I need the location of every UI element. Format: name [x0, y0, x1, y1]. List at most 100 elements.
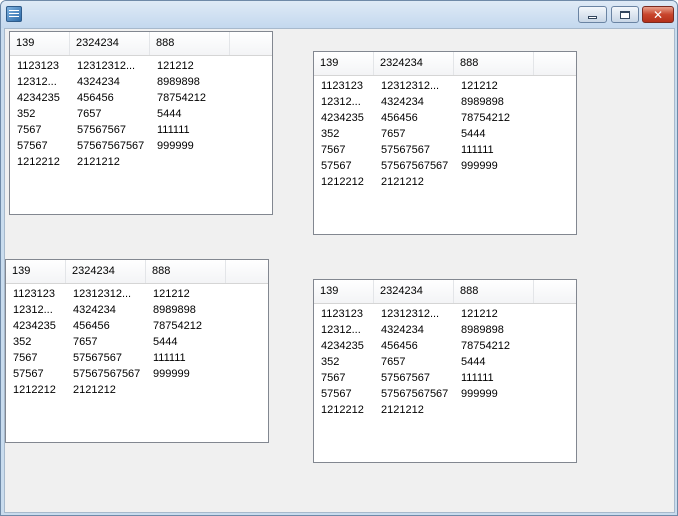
list-cell: 456456 — [73, 320, 110, 332]
title-bar[interactable]: ✕ — [1, 1, 677, 28]
list-row[interactable]: 12312... 4324234 8989898 — [314, 322, 576, 338]
list-cell: 352 — [17, 108, 36, 120]
list-cell: 57567 — [13, 368, 44, 380]
list-cell: 5444 — [157, 108, 182, 120]
column-header[interactable]: 2324234 — [66, 260, 146, 283]
list-cell: 12312... — [321, 96, 361, 108]
list-row[interactable]: 1123123 12312312... 121212 — [314, 306, 576, 322]
list-row[interactable]: 57567 57567567567 999999 — [314, 158, 576, 174]
list-row[interactable]: 12312... 4324234 8989898 — [6, 302, 268, 318]
list-cell: 78754212 — [157, 92, 206, 104]
column-header[interactable]: 888 — [454, 280, 534, 303]
column-header[interactable]: 2324234 — [374, 280, 454, 303]
minimize-icon — [588, 15, 597, 19]
column-header[interactable]: 888 — [454, 52, 534, 75]
list-cell: 999999 — [153, 368, 190, 380]
list-view[interactable]: 139 2324234 888 1123123 12312312... 121212 123… — [313, 51, 577, 235]
list-row[interactable]: 352 7657 5444 — [314, 354, 576, 370]
list-cell: 57567 — [321, 388, 352, 400]
client-area: 139 2324234 888 1123123 12312312... 121212 123… — [4, 28, 675, 513]
list-cell: 4234235 — [321, 112, 364, 124]
list-cell — [454, 402, 534, 418]
list-row[interactable]: 4234235 456456 78754212 — [314, 338, 576, 354]
list-cell: 121212 — [461, 308, 498, 320]
list-cell: 7567 — [321, 144, 346, 156]
list-cell: 111111 — [461, 372, 494, 384]
list-cell: 2121212 — [73, 384, 116, 396]
list-row[interactable]: 1123123 12312312... 121212 — [314, 78, 576, 94]
list-row[interactable]: 4234235 456456 78754212 — [314, 110, 576, 126]
list-cell: 7657 — [381, 356, 406, 368]
list-view[interactable]: 139 2324234 888 1123123 12312312... 121212 123… — [313, 279, 577, 463]
list-cell: 1123123 — [17, 60, 60, 72]
list-cell: 57567567567 — [73, 368, 141, 380]
list-row[interactable]: 1212212 2121212 — [314, 174, 576, 190]
list-row[interactable]: 4234235 456456 78754212 — [6, 318, 268, 334]
list-cell: 7657 — [77, 108, 102, 120]
list-row[interactable]: 57567 57567567567 999999 — [10, 138, 272, 154]
list-cell: 12312312... — [381, 308, 440, 320]
column-header[interactable]: 888 — [150, 32, 230, 55]
list-cell: 5444 — [153, 336, 178, 348]
list-cell: 4324234 — [381, 96, 424, 108]
column-header[interactable]: 139 — [314, 52, 374, 75]
list-row[interactable]: 57567 57567567567 999999 — [6, 366, 268, 382]
list-row[interactable]: 57567 57567567567 999999 — [314, 386, 576, 402]
list-view[interactable]: 139 2324234 888 1123123 12312312... 121212 123… — [5, 259, 269, 443]
list-cell: 2121212 — [77, 156, 120, 168]
list-cell: 57567567 — [381, 372, 430, 384]
list-cell: 12312... — [17, 76, 57, 88]
list-cell: 999999 — [461, 388, 498, 400]
list-row[interactable]: 1123123 12312312... 121212 — [6, 286, 268, 302]
list-row[interactable]: 7567 57567567 111111 — [314, 370, 576, 386]
maximize-button[interactable] — [611, 6, 639, 23]
list-cell: 456456 — [77, 92, 114, 104]
close-button[interactable]: ✕ — [642, 6, 674, 23]
column-header[interactable]: 139 — [10, 32, 70, 55]
list-row[interactable]: 7567 57567567 111111 — [314, 142, 576, 158]
minimize-button[interactable] — [578, 6, 607, 23]
list-cell: 5444 — [461, 128, 486, 140]
column-header[interactable]: 139 — [314, 280, 374, 303]
list-header: 139 2324234 888 — [6, 260, 268, 284]
list-cell: 57567567 — [381, 144, 430, 156]
list-header: 139 2324234 888 — [10, 32, 272, 56]
list-row[interactable]: 4234235 456456 78754212 — [10, 90, 272, 106]
list-row[interactable]: 7567 57567567 111111 — [6, 350, 268, 366]
list-cell: 1212212 — [321, 404, 364, 416]
app-icon[interactable] — [6, 6, 22, 22]
list-cell: 4324234 — [381, 324, 424, 336]
list-cell: 8989898 — [157, 76, 200, 88]
list-cell: 8989898 — [461, 324, 504, 336]
list-row[interactable]: 352 7657 5444 — [6, 334, 268, 350]
list-row[interactable]: 12312... 4324234 8989898 — [314, 94, 576, 110]
list-row[interactable]: 1212212 2121212 — [6, 382, 268, 398]
list-row[interactable]: 352 7657 5444 — [10, 106, 272, 122]
column-header[interactable]: 2324234 — [374, 52, 454, 75]
list-cell: 352 — [13, 336, 32, 348]
column-header[interactable]: 2324234 — [70, 32, 150, 55]
list-cell: 57567 — [17, 140, 48, 152]
list-row[interactable]: 1212212 2121212 — [10, 154, 272, 170]
list-cell: 456456 — [381, 340, 418, 352]
list-cell: 4324234 — [77, 76, 120, 88]
list-row[interactable]: 12312... 4324234 8989898 — [10, 74, 272, 90]
list-row[interactable]: 1123123 12312312... 121212 — [10, 58, 272, 74]
list-cell: 1212212 — [13, 384, 56, 396]
list-cell: 111111 — [153, 352, 186, 364]
list-cell: 12312... — [321, 324, 361, 336]
list-view[interactable]: 139 2324234 888 1123123 12312312... 121212 123… — [9, 31, 273, 215]
column-header[interactable]: 139 — [6, 260, 66, 283]
list-cell — [150, 154, 230, 170]
list-row[interactable]: 1212212 2121212 — [314, 402, 576, 418]
list-cell: 78754212 — [461, 112, 510, 124]
list-cell — [146, 382, 226, 398]
list-cell: 57567567567 — [381, 388, 449, 400]
list-cell: 111111 — [157, 124, 190, 136]
list-cell: 78754212 — [461, 340, 510, 352]
list-row[interactable]: 7567 57567567 111111 — [10, 122, 272, 138]
list-row[interactable]: 352 7657 5444 — [314, 126, 576, 142]
list-header: 139 2324234 888 — [314, 52, 576, 76]
column-header[interactable]: 888 — [146, 260, 226, 283]
list-cell: 121212 — [461, 80, 498, 92]
